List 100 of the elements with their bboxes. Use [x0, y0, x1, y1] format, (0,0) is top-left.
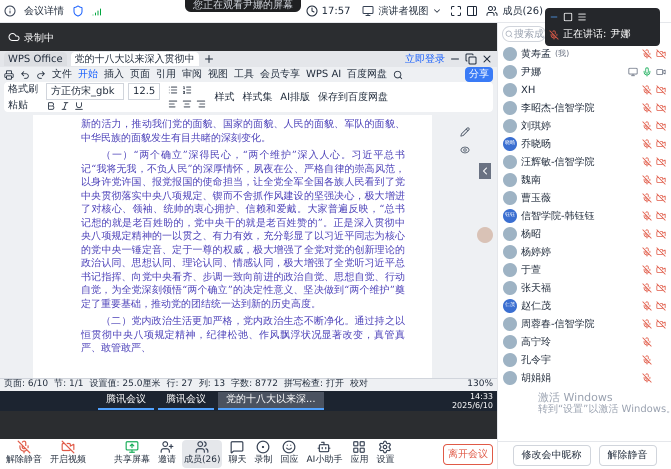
align-center-icon[interactable]: [182, 99, 192, 109]
leave-meeting-button[interactable]: 离开会议: [443, 444, 493, 464]
camera-off-icon[interactable]: [656, 121, 666, 131]
close-icon[interactable]: [481, 53, 493, 65]
member-action-button[interactable]: 解除静音: [598, 445, 656, 466]
taskbar-app[interactable]: 腾讯会议: [158, 392, 214, 410]
share-button[interactable]: 分享: [465, 67, 493, 82]
camera-off-icon[interactable]: [656, 193, 666, 203]
menu-tab[interactable]: 视图: [208, 67, 228, 82]
members-button[interactable]: 成员(26): [502, 4, 543, 18]
member-action-button[interactable]: 修改会中昵称: [512, 445, 590, 466]
undo-icon[interactable]: [20, 70, 30, 80]
menu-tab[interactable]: 会员专享: [260, 67, 300, 82]
microphone-muted-icon[interactable]: [642, 121, 652, 131]
camera-off-icon[interactable]: [656, 49, 666, 59]
microphone-muted-icon[interactable]: [642, 319, 652, 329]
style-button[interactable]: 样式: [214, 90, 234, 104]
microphone-muted-icon: [549, 30, 559, 40]
camera-icon[interactable]: [656, 67, 666, 77]
font-select[interactable]: 方正仿宋_gbk: [46, 83, 124, 100]
window-icon[interactable]: [563, 12, 573, 22]
taskbar-app[interactable]: 党的十八大以来深...: [218, 392, 324, 410]
menu-tab[interactable]: 页面: [130, 67, 150, 82]
camera-off-icon[interactable]: [656, 139, 666, 149]
app-tab[interactable]: 党的十八大以来深入贯彻中: [70, 52, 199, 66]
camera-off-icon[interactable]: [656, 283, 666, 293]
align-right-icon[interactable]: [196, 99, 206, 109]
redo-icon[interactable]: [36, 70, 46, 80]
microphone-muted-icon[interactable]: [642, 175, 652, 185]
pencil-icon[interactable]: [460, 127, 470, 137]
save-to-cloud-button[interactable]: 保存到百度网盘: [318, 90, 388, 104]
camera-off-icon[interactable]: [656, 211, 666, 221]
underline-icon[interactable]: [74, 101, 84, 111]
print-icon[interactable]: [4, 70, 14, 80]
restore-icon[interactable]: [465, 53, 477, 65]
microphone-muted-icon[interactable]: [642, 355, 652, 365]
font-size-select[interactable]: 12.5: [128, 83, 160, 100]
paste-button[interactable]: 粘贴: [8, 98, 38, 112]
camera-off-icon[interactable]: [656, 103, 666, 113]
taskbar-app[interactable]: 腾讯会议: [98, 392, 154, 410]
microphone-muted-icon[interactable]: [642, 337, 652, 347]
toolbar-button[interactable]: 回应: [278, 440, 300, 468]
menu-tab[interactable]: 审阅: [182, 67, 202, 82]
microphone-muted-icon[interactable]: [642, 247, 652, 257]
search-icon[interactable]: [393, 70, 404, 80]
numbered-list-icon[interactable]: [182, 85, 192, 95]
toolbar-button[interactable]: 聊天: [226, 440, 248, 468]
camera-off-icon[interactable]: [656, 247, 666, 257]
microphone-muted-icon[interactable]: [642, 283, 652, 293]
toolbar-button[interactable]: 邀请: [156, 440, 178, 468]
align-left-icon[interactable]: [168, 99, 178, 109]
fullscreen-icon[interactable]: [450, 5, 462, 17]
app-tab[interactable]: WPS Office: [4, 52, 67, 66]
camera-off-icon[interactable]: [656, 157, 666, 167]
microphone-muted-icon[interactable]: [642, 139, 652, 149]
view-mode-button[interactable]: 演讲者视图: [378, 4, 428, 18]
menu-tab[interactable]: 引用: [156, 67, 176, 82]
microphone-muted-icon[interactable]: [642, 49, 652, 59]
toolbar-button[interactable]: 应用: [348, 440, 370, 468]
microphone-muted-icon[interactable]: [642, 373, 652, 383]
toolbar-button[interactable]: 开启视频: [48, 440, 88, 468]
microphone-muted-icon[interactable]: [642, 157, 652, 167]
ai-layout-button[interactable]: AI排版: [280, 90, 310, 104]
toolbar-button[interactable]: 设置: [374, 440, 396, 468]
camera-off-icon[interactable]: [656, 301, 666, 311]
menu-tab[interactable]: 工具: [234, 67, 254, 82]
camera-off-icon[interactable]: [656, 265, 666, 275]
toolbar-button[interactable]: 录制: [252, 440, 274, 468]
camera-off-icon[interactable]: [656, 85, 666, 95]
new-tab-icon[interactable]: [202, 53, 215, 65]
microphone-icon[interactable]: [642, 67, 652, 77]
list-icon[interactable]: [577, 12, 587, 22]
panel-icon[interactable]: [466, 5, 478, 17]
microphone-muted-icon[interactable]: [642, 301, 652, 311]
camera-off-icon[interactable]: [656, 229, 666, 239]
microphone-muted-icon[interactable]: [642, 103, 652, 113]
toolbar-button[interactable]: 成员(26): [182, 440, 222, 468]
camera-off-icon[interactable]: [656, 175, 666, 185]
toolbar-button[interactable]: 共享屏幕: [112, 440, 152, 468]
eye-icon[interactable]: [460, 145, 470, 155]
bold-icon[interactable]: [46, 101, 56, 111]
login-link[interactable]: 立即登录: [405, 52, 445, 66]
camera-off-icon[interactable]: [656, 319, 666, 329]
microphone-muted-icon[interactable]: [642, 193, 652, 203]
toolbar-button[interactable]: AI小助手: [304, 440, 344, 468]
format-painter-button[interactable]: 格式刷: [8, 82, 38, 96]
zoom-level[interactable]: 130%: [467, 378, 493, 392]
microphone-muted-icon[interactable]: [642, 85, 652, 95]
menu-tab[interactable]: 百度网盘: [347, 67, 388, 82]
menu-tab[interactable]: WPS AI: [306, 67, 342, 82]
meeting-details-link[interactable]: 会议详情: [24, 4, 64, 18]
bullet-list-icon[interactable]: [168, 85, 178, 95]
toolbar-button[interactable]: 解除静音: [4, 440, 44, 468]
style-set-button[interactable]: 样式集: [242, 90, 272, 104]
menu-tab[interactable]: 文件: [52, 67, 72, 82]
microphone-muted-icon[interactable]: [642, 211, 652, 221]
microphone-muted-icon[interactable]: [642, 265, 652, 275]
microphone-muted-icon[interactable]: [642, 229, 652, 239]
menu-tab[interactable]: 插入: [104, 67, 124, 82]
italic-icon[interactable]: [60, 101, 70, 111]
